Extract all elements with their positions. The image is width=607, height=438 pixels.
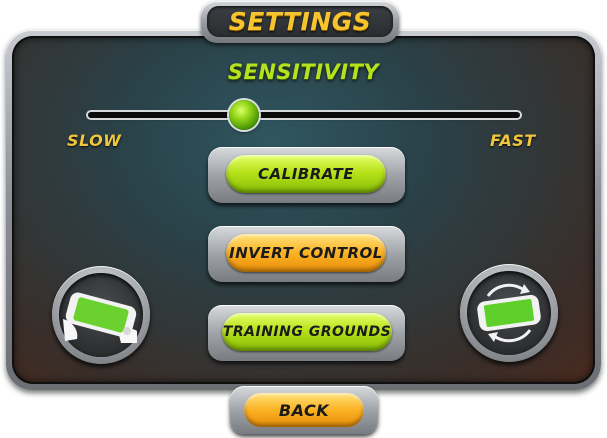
sensitivity-slider-track[interactable]	[88, 112, 520, 118]
slider-max-label: FAST	[490, 131, 536, 150]
title-tab-inner: SETTINGS	[207, 6, 393, 37]
tilt-device-button-inner	[59, 273, 143, 357]
sensitivity-slider-knob[interactable]	[228, 100, 259, 130]
title-tab: SETTINGS	[201, 1, 399, 43]
back-button[interactable]: BACK	[244, 393, 364, 427]
back-button-plate: BACK	[230, 386, 378, 434]
training-grounds-button-plate: TRAINING GROUNDS	[208, 305, 405, 361]
calibrate-button[interactable]: CALIBRATE	[226, 155, 386, 193]
tilt-device-button[interactable]	[52, 266, 150, 364]
invert-control-button[interactable]: INVERT CONTROL	[226, 234, 386, 272]
tilt-device-icon	[63, 292, 137, 343]
training-grounds-button[interactable]: TRAINING GROUNDS	[222, 313, 392, 351]
rotate-device-icon	[477, 283, 541, 343]
invert-control-button-plate: INVERT CONTROL	[208, 226, 405, 282]
sensitivity-label: SENSITIVITY	[227, 60, 380, 84]
page-title: SETTINGS	[228, 7, 372, 36]
rotate-device-button-inner	[467, 271, 551, 355]
calibrate-button-plate: CALIBRATE	[208, 147, 405, 203]
slider-min-label: SLOW	[67, 131, 122, 150]
rotate-device-button[interactable]	[460, 264, 558, 362]
